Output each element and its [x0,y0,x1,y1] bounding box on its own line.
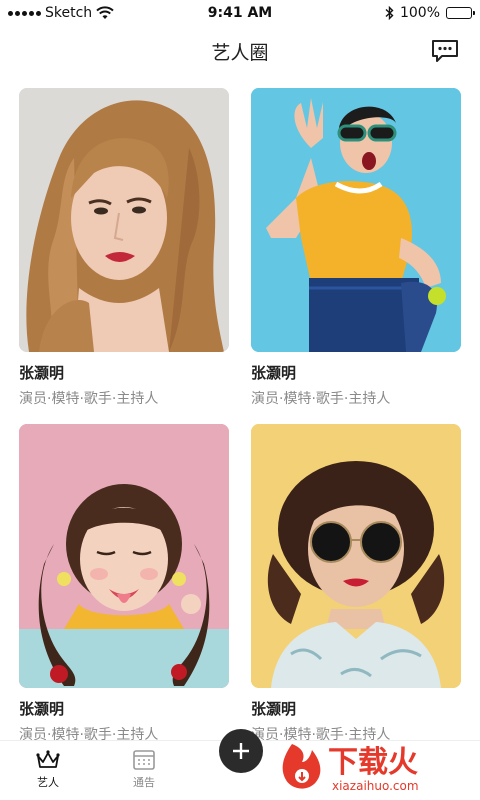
artist-name: 张灏明 [251,700,297,718]
artist-photo [251,424,461,688]
portrait-image [19,88,229,352]
status-bar: Sketch 9:41 AM 100% [0,0,480,26]
chat-bubble-icon [432,40,458,62]
calendar-icon [133,750,155,770]
watermark-mark: 下载火 xiazaihuo.com [282,744,419,793]
page-title: 艺人圈 [211,42,269,64]
artist-name: 张灏明 [251,364,297,382]
artist-card[interactable]: 张灏明 演员·模特·歌手·主持人 [251,88,461,408]
artist-roles: 演员·模特·歌手·主持人 [251,391,391,407]
crown-icon [36,750,60,768]
portrait-image [251,424,461,688]
artist-card[interactable]: 张灏明 演员·模特·歌手·主持人 [251,424,461,744]
artist-roles: 演员·模特·歌手·主持人 [19,391,159,407]
message-button[interactable] [430,38,460,64]
artist-name: 张灏明 [19,364,65,382]
artist-name: 张灏明 [19,700,65,718]
status-right: 100% [385,5,475,21]
portrait-image [251,88,461,352]
tab-artists[interactable]: 艺人 [18,749,78,790]
tab-label: 艺人 [37,776,59,789]
artist-card[interactable]: 张灏明 演员·模特·歌手·主持人 [19,424,229,744]
watermark-logo: 下载火 xiazaihuo.com [276,736,476,796]
battery-icon [446,7,475,19]
portrait-image [19,424,229,688]
artist-photo [19,424,229,688]
watermark-url: xiazaihuo.com [332,779,419,793]
plus-icon [233,743,249,759]
artist-photo [19,88,229,352]
add-button[interactable] [219,729,263,773]
bluetooth-icon [385,6,394,20]
tab-label: 通告 [133,776,155,789]
tab-notices[interactable]: 通告 [114,749,174,790]
watermark-text: 下载火 [328,745,418,780]
nav-bar: 艺人圈 [0,26,480,76]
battery-percent: 100% [399,5,440,21]
artist-photo [251,88,461,352]
artist-card[interactable]: 张灏明 演员·模特·歌手·主持人 [19,88,229,408]
